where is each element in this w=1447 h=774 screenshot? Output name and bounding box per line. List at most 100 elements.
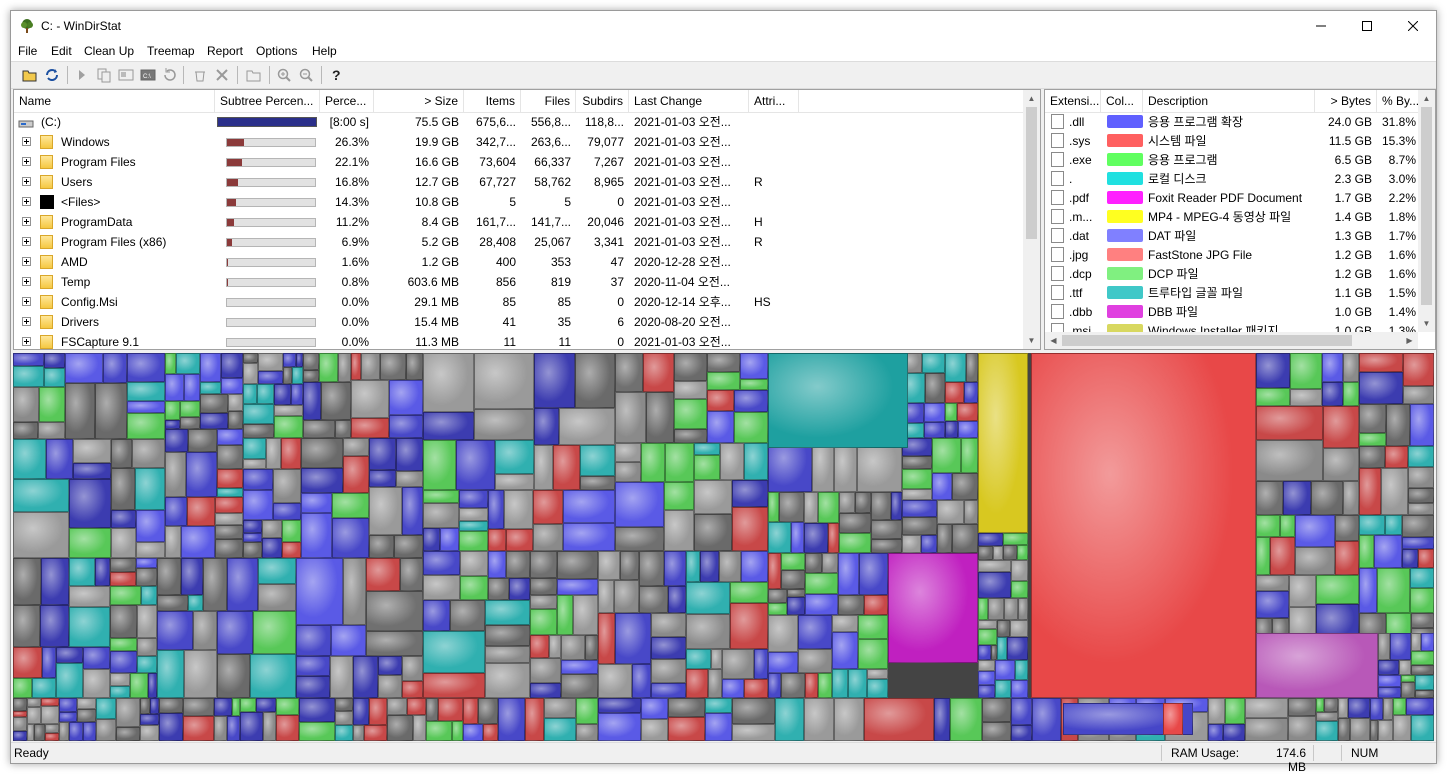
treemap-block[interactable] bbox=[110, 673, 130, 686]
treemap-block[interactable] bbox=[1401, 675, 1415, 682]
treemap-block[interactable] bbox=[707, 390, 734, 411]
treemap-block[interactable] bbox=[335, 420, 351, 438]
treemap-block[interactable] bbox=[111, 439, 132, 468]
col-name-header[interactable]: Name bbox=[14, 90, 215, 112]
treemap-block[interactable] bbox=[165, 526, 181, 558]
treemap-block[interactable] bbox=[423, 353, 474, 412]
treemap-block[interactable] bbox=[741, 551, 768, 582]
treemap-block[interactable] bbox=[740, 353, 768, 379]
directory-row[interactable]: FSCapture 9.1 0.0% 11.3 MB 11 11 0 2021-01-03 … bbox=[14, 332, 1040, 349]
treemap-block[interactable] bbox=[111, 510, 136, 528]
treemap-block[interactable] bbox=[366, 591, 423, 631]
treemap-block[interactable] bbox=[483, 724, 498, 741]
treemap-block[interactable] bbox=[369, 698, 387, 725]
treemap-block[interactable] bbox=[463, 698, 478, 724]
treemap-block[interactable] bbox=[838, 595, 864, 615]
expand-icon[interactable] bbox=[22, 317, 31, 326]
treemap-block[interactable] bbox=[615, 443, 641, 462]
treemap-block[interactable] bbox=[768, 522, 791, 553]
treemap-block[interactable] bbox=[227, 716, 240, 741]
treemap-block[interactable] bbox=[871, 539, 902, 553]
treemap-block[interactable] bbox=[559, 408, 615, 445]
treemap-block[interactable] bbox=[530, 551, 557, 578]
treemap-block[interactable] bbox=[732, 480, 768, 507]
treemap-block[interactable] bbox=[1402, 549, 1418, 568]
treemap-block[interactable] bbox=[694, 480, 732, 514]
treemap-block[interactable] bbox=[59, 698, 77, 712]
treemap-block[interactable] bbox=[83, 647, 110, 669]
treemap-block[interactable] bbox=[674, 353, 707, 381]
treemap-block[interactable] bbox=[263, 712, 276, 741]
treemap-block[interactable] bbox=[615, 527, 664, 551]
treemap-block[interactable] bbox=[1011, 725, 1032, 741]
treemap-block[interactable] bbox=[1208, 698, 1225, 724]
treemap-block[interactable] bbox=[1408, 488, 1434, 503]
treemap-block[interactable] bbox=[805, 594, 838, 615]
treemap-block[interactable] bbox=[580, 445, 615, 476]
treemap-block[interactable] bbox=[69, 722, 83, 741]
treemap-block[interactable] bbox=[135, 468, 165, 510]
treemap-block[interactable] bbox=[1383, 698, 1393, 720]
menu-options[interactable]: Options bbox=[256, 44, 297, 58]
treemap-block[interactable] bbox=[1415, 690, 1434, 698]
treemap-block[interactable] bbox=[351, 353, 361, 380]
treemap-block[interactable] bbox=[296, 656, 330, 676]
extension-row[interactable]: .jpg FastStone JPG File 1.2 GB 1.6% bbox=[1045, 245, 1435, 264]
treemap-block[interactable] bbox=[818, 673, 832, 698]
treemap-block[interactable] bbox=[136, 542, 165, 558]
treemap-block[interactable] bbox=[932, 438, 961, 473]
treemap-block-large-file[interactable] bbox=[1031, 353, 1256, 698]
treemap-block[interactable] bbox=[598, 698, 641, 713]
treemap-block[interactable] bbox=[982, 698, 1011, 722]
treemap-block[interactable] bbox=[132, 439, 165, 468]
treemap-block[interactable] bbox=[478, 698, 498, 724]
treemap-block[interactable] bbox=[832, 615, 858, 632]
treemap-block[interactable] bbox=[13, 717, 27, 731]
treemap-block[interactable] bbox=[1256, 537, 1270, 575]
treemap-block[interactable] bbox=[1378, 720, 1393, 741]
treemap-block[interactable] bbox=[740, 379, 768, 390]
treemap-block[interactable] bbox=[1032, 698, 1061, 741]
treemap-block[interactable] bbox=[643, 353, 674, 392]
scroll-right-icon[interactable]: ▶ bbox=[1401, 332, 1418, 349]
treemap-block[interactable] bbox=[243, 542, 262, 558]
treemap-block[interactable] bbox=[452, 721, 463, 741]
directory-row[interactable]: Users 16.8% 12.7 GB 67,727 58,762 8,965 2021-0… bbox=[14, 172, 1040, 192]
treemap-block[interactable] bbox=[822, 553, 838, 573]
treemap-block[interactable] bbox=[891, 492, 902, 520]
treemap-block[interactable] bbox=[664, 551, 686, 586]
treemap-block[interactable] bbox=[978, 598, 988, 620]
treemap-block[interactable] bbox=[389, 415, 423, 438]
treemap-block[interactable] bbox=[530, 658, 561, 683]
directory-row[interactable]: Program Files 22.1% 16.6 GB 73,604 66,337 7,2… bbox=[14, 152, 1040, 172]
treemap-block[interactable] bbox=[59, 722, 69, 741]
treemap-block[interactable] bbox=[303, 370, 319, 382]
treemap-block[interactable] bbox=[1280, 515, 1295, 537]
maximize-button[interactable] bbox=[1344, 11, 1390, 41]
col-extension-header[interactable]: Extensi... bbox=[1045, 90, 1101, 112]
treemap-block[interactable] bbox=[734, 412, 768, 443]
treemap-block[interactable] bbox=[13, 512, 69, 558]
treemap-block[interactable] bbox=[387, 715, 413, 741]
treemap-block[interactable] bbox=[136, 510, 165, 542]
treemap-block[interactable] bbox=[274, 405, 303, 416]
play-icon[interactable] bbox=[73, 66, 91, 84]
scrollbar-thumb[interactable] bbox=[1026, 107, 1037, 239]
treemap-block[interactable] bbox=[730, 603, 768, 649]
treemap-block[interactable] bbox=[1359, 515, 1385, 535]
root-row[interactable]: (C:) [8:00 s] 75.5 GB 675,6... 556,8... … bbox=[14, 112, 1040, 132]
directory-row[interactable]: Program Files (x86) 6.9% 5.2 GB 28,408 25,06… bbox=[14, 232, 1040, 252]
treemap-block[interactable] bbox=[353, 698, 369, 725]
treemap-block[interactable] bbox=[299, 698, 335, 722]
treemap-block[interactable] bbox=[283, 367, 292, 384]
extension-list[interactable]: Extensi... Col... Description > Bytes % … bbox=[1044, 89, 1436, 350]
treemap-block[interactable] bbox=[141, 586, 157, 605]
treemap-block[interactable] bbox=[651, 613, 686, 637]
treemap-block[interactable] bbox=[258, 371, 283, 384]
treemap-block[interactable] bbox=[243, 353, 258, 363]
treemap-block[interactable] bbox=[83, 722, 96, 741]
extension-vertical-scrollbar[interactable]: ▲ ▼ bbox=[1418, 90, 1435, 332]
treemap-block[interactable] bbox=[127, 382, 165, 401]
treemap-block[interactable] bbox=[707, 353, 740, 372]
treemap-block[interactable] bbox=[1378, 687, 1401, 698]
